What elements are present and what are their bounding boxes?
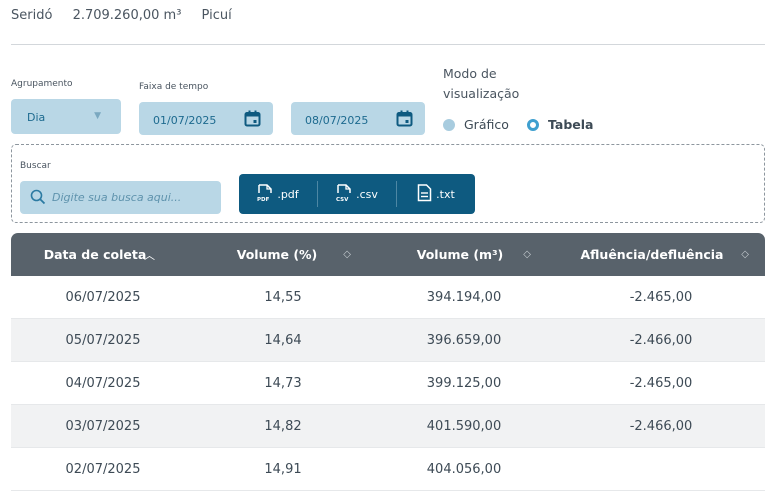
column-label: Volume (%) (236, 247, 318, 262)
column-header-data-coleta[interactable]: Data de coleta ︿ (11, 233, 195, 276)
date-end-value: 08/07/2025 (305, 114, 369, 127)
cell-volume-m3: 399.125,00 (426, 375, 502, 391)
calendar-icon[interactable] (244, 110, 261, 130)
cell-afluencia: -2.466,00 (629, 332, 693, 348)
column-label: Data de coleta (43, 247, 147, 262)
column-header-afluencia[interactable]: Afluência/defluência ◇ (557, 233, 765, 276)
cell-volume-m3: 404.056,00 (426, 461, 502, 477)
table-row: 04/07/2025 14,73 399.125,00 -2.465,00 (11, 362, 765, 405)
cell-volume-m3: 401.590,00 (426, 418, 502, 434)
cell-date: 06/07/2025 (65, 289, 141, 305)
date-start-field[interactable]: 01/07/2025 (139, 102, 273, 135)
cell-date: 02/07/2025 (65, 461, 141, 477)
cell-date: 03/07/2025 (65, 418, 141, 434)
column-header-volume-percent[interactable]: Volume (%) ◇ (195, 233, 371, 276)
time-range-label: Faixa de tempo (139, 82, 209, 92)
view-mode-label-line1: Modo de (443, 66, 497, 81)
radio-unselected-icon (443, 118, 455, 131)
export-pdf-label: .pdf (277, 187, 299, 201)
table-row: 03/07/2025 14,82 401.590,00 -2.466,00 (11, 405, 765, 448)
cell-afluencia: -2.465,00 (629, 375, 693, 391)
sort-icon: ◇ (343, 249, 351, 260)
table-row: 05/07/2025 14,64 396.659,00 -2.466,00 (11, 319, 765, 362)
sort-ascending-icon: ︿ (144, 248, 155, 262)
cell-volume-percent: 14,64 (264, 332, 302, 348)
cell-afluencia: -2.465,00 (629, 289, 693, 305)
cell-date: 05/07/2025 (65, 332, 141, 348)
cell-volume-percent: 14,91 (264, 461, 302, 477)
grouping-value: Dia (27, 111, 46, 124)
cell-volume-m3: 396.659,00 (426, 332, 502, 348)
search-label: Buscar (20, 161, 51, 171)
svg-text:CSV: CSV (336, 197, 349, 202)
export-txt-label: .txt (436, 187, 455, 201)
export-toolbar: PDF .pdf CSV .csv .txt (239, 174, 475, 214)
table-body: 06/07/2025 14,55 394.194,00 -2.465,00 05/07/… (11, 276, 765, 491)
cell-volume-percent: 14,82 (264, 418, 302, 434)
pdf-file-icon: PDF (257, 183, 273, 205)
svg-text:PDF: PDF (257, 197, 270, 202)
search-input[interactable]: Digite sua busca aqui... (20, 181, 221, 214)
date-end-field[interactable]: 08/07/2025 (291, 102, 425, 135)
reservoir-name: Seridó (11, 8, 53, 23)
calendar-icon[interactable] (396, 110, 413, 130)
radio-tabela-label: Tabela (548, 117, 594, 132)
radio-grafico[interactable]: Gráfico (443, 117, 509, 132)
export-csv-label: .csv (356, 187, 378, 201)
column-header-volume-m3[interactable]: Volume (m³) ◇ (371, 233, 557, 276)
radio-selected-icon (527, 118, 539, 131)
cell-date: 04/07/2025 (65, 375, 141, 391)
cell-volume-percent: 14,73 (264, 375, 302, 391)
export-csv-button[interactable]: CSV .csv (318, 180, 396, 208)
column-label: Afluência/defluência (580, 247, 724, 262)
grouping-label: Agrupamento (11, 79, 73, 89)
table-header: Data de coleta ︿ Volume (%) ◇ Volume (m³… (11, 233, 765, 276)
cell-afluencia: -2.466,00 (629, 418, 693, 434)
radio-grafico-label: Gráfico (464, 117, 509, 132)
search-icon (30, 189, 46, 209)
table-row: 06/07/2025 14,55 394.194,00 -2.465,00 (11, 276, 765, 319)
export-txt-button[interactable]: .txt (397, 180, 475, 208)
chevron-down-icon: ▼ (94, 111, 101, 121)
cell-volume-percent: 14,55 (264, 289, 302, 305)
reservoir-info: Seridó 2.709.260,00 m³ Picuí (11, 8, 248, 23)
date-start-value: 01/07/2025 (153, 114, 217, 127)
column-label: Volume (m³) (416, 247, 504, 262)
sort-icon: ◇ (741, 249, 749, 260)
radio-tabela[interactable]: Tabela (527, 117, 594, 132)
grouping-select[interactable]: Dia ▼ (11, 99, 121, 134)
reservoir-capacity: 2.709.260,00 m³ (72, 8, 182, 23)
csv-file-icon: CSV (336, 183, 352, 205)
data-table: Data de coleta ︿ Volume (%) ◇ Volume (m³… (11, 233, 765, 491)
txt-file-icon (417, 183, 432, 205)
search-placeholder: Digite sua busca aqui... (52, 191, 182, 204)
view-mode-label: Modo de visualização (443, 64, 519, 104)
reservoir-location: Picuí (201, 8, 232, 23)
cell-volume-m3: 394.194,00 (426, 289, 502, 305)
export-pdf-button[interactable]: PDF .pdf (239, 180, 317, 208)
divider (11, 44, 765, 45)
sort-icon: ◇ (523, 249, 531, 260)
view-mode-label-line2: visualização (443, 86, 520, 101)
